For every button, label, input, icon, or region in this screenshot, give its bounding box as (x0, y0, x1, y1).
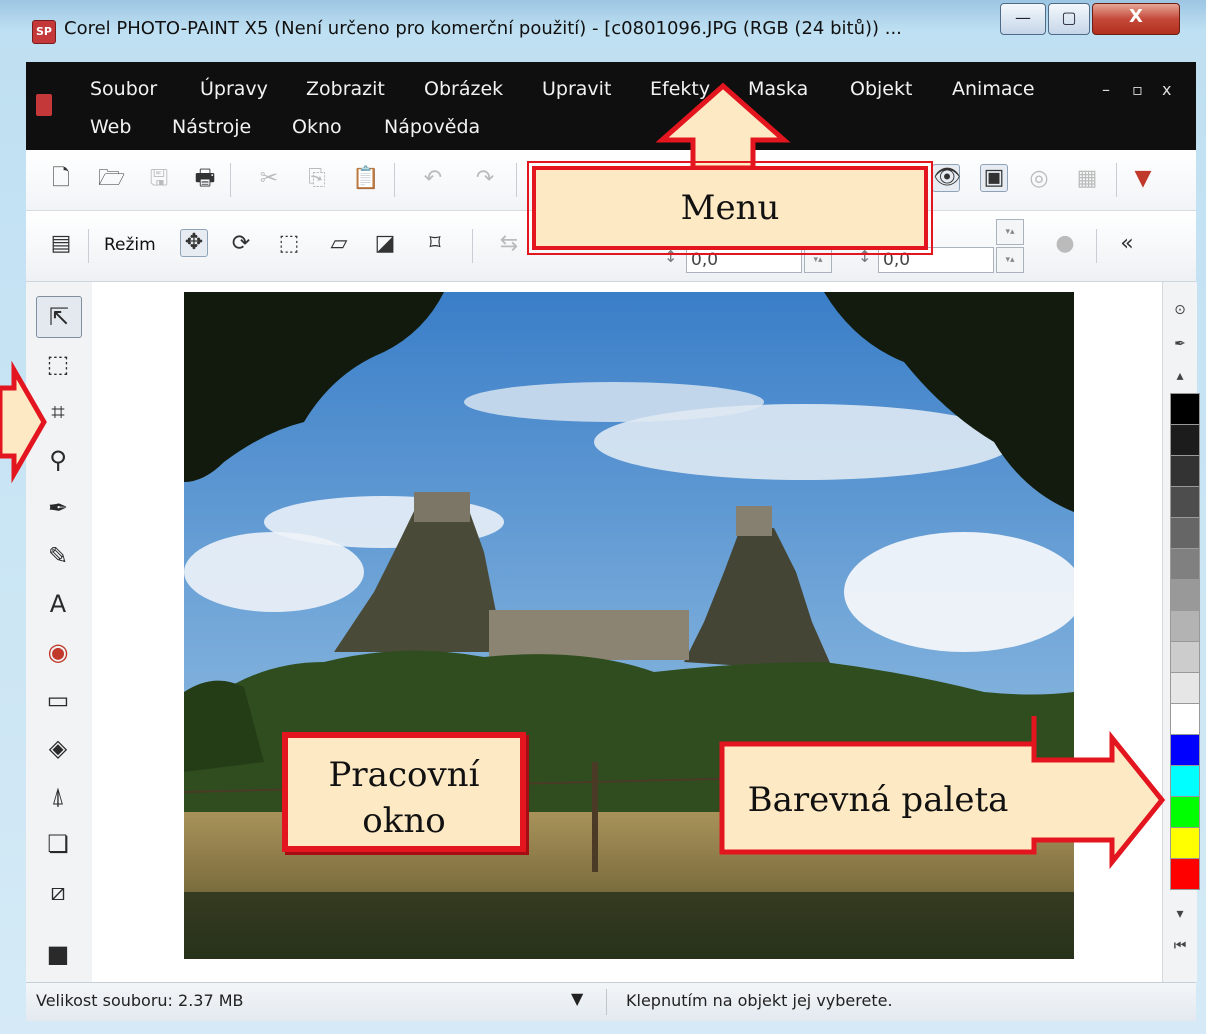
menu-arrow-icon (655, 82, 791, 171)
work-area-callout-line1: Pracovní (328, 755, 480, 795)
work-area-callout: Pracovní okno (282, 732, 526, 852)
app-window: SP Corel PHOTO-PAINT X5 (Není určeno pro… (0, 0, 1206, 1034)
menu-callout: Menu (527, 161, 933, 255)
work-area-callout-line2: okno (362, 801, 446, 841)
palette-callout-text: Barevná paleta (748, 780, 1009, 820)
toolbox-arrow-icon (0, 360, 47, 484)
annotation-arrows: Barevná paleta (0, 82, 1166, 870)
